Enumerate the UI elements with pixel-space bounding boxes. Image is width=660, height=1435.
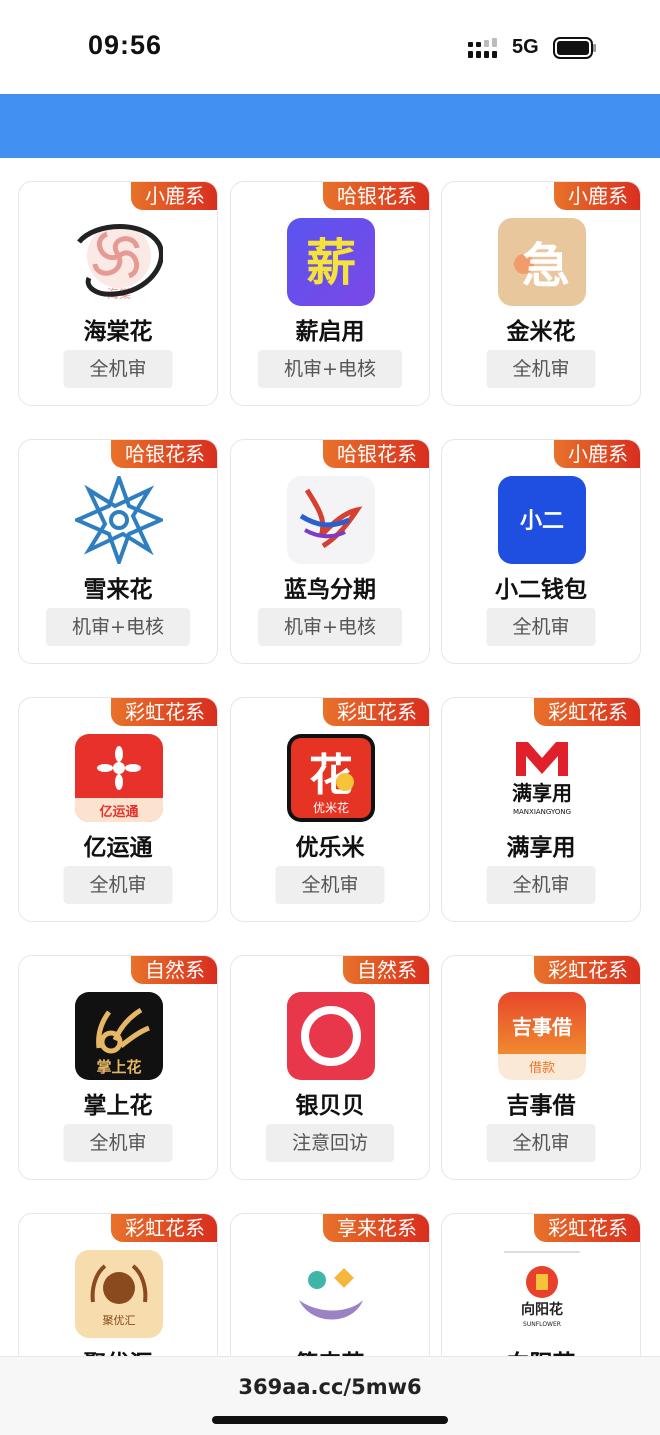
xiaoer-logo-icon: 小二 — [498, 476, 586, 564]
logo-text: 向阳花 — [521, 1301, 563, 1318]
product-card[interactable]: 彩虹花系 聚优汇 聚优汇 — [18, 1213, 218, 1356]
page-header-bar — [0, 94, 660, 158]
jinmihua-logo-icon: 急 — [498, 218, 586, 306]
series-tag: 哈银花系 — [323, 440, 429, 468]
series-tag: 彩虹花系 — [111, 1214, 217, 1242]
logo-text: 小二 — [520, 509, 564, 534]
browser-address-bar[interactable]: 369aa.cc/5mw6 — [0, 1356, 660, 1435]
product-name: 海棠花 — [83, 319, 153, 345]
product-name: 薪启用 — [295, 319, 365, 345]
product-name: 优乐米 — [295, 835, 365, 861]
review-type-badge: 机审+电核 — [258, 608, 402, 646]
review-type-badge: 注意回访 — [265, 1124, 395, 1162]
review-type-badge: 全机审 — [63, 866, 173, 904]
series-tag: 自然系 — [343, 956, 429, 984]
xinqiyong-logo-icon: 薪 — [287, 218, 375, 306]
xiangyanghua-logo-icon: 向阳花 SUNFLOWER — [498, 1250, 586, 1338]
battery-icon — [553, 37, 596, 59]
yiyuntong-logo-icon: 亿运通 — [75, 734, 163, 822]
haitanghua-logo-icon: 海棠 — [75, 218, 163, 306]
product-name: 满享用 — [506, 835, 576, 861]
product-card[interactable]: 享来花系 简来花 — [230, 1213, 430, 1356]
product-name: 金米花 — [506, 319, 576, 345]
logo-text: 掌上花 — [96, 1058, 141, 1076]
yinbeibei-logo-icon — [287, 992, 375, 1080]
product-grid: 小鹿系 海棠 海棠花 全机审 哈银花系 薪 薪启用 机审+电核 小鹿系 急 金米… — [0, 158, 660, 1356]
home-indicator[interactable] — [212, 1416, 448, 1424]
review-type-badge: 全机审 — [486, 608, 596, 646]
product-name: 简来花 — [231, 1344, 429, 1356]
logo-text: 急 — [522, 238, 570, 294]
series-tag: 小鹿系 — [131, 182, 217, 210]
product-name: 蓝鸟分期 — [284, 577, 376, 603]
product-card[interactable]: 小鹿系 急 金米花 全机审 — [441, 181, 641, 406]
series-tag: 享来花系 — [323, 1214, 429, 1242]
youlemi-logo-icon: 花 优米花 — [287, 734, 375, 822]
logo-text: SUNFLOWER — [523, 1321, 561, 1328]
series-tag: 哈银花系 — [323, 182, 429, 210]
logo-text: 吉事借 — [512, 1015, 572, 1039]
status-bar: 09:56 5G — [0, 0, 660, 94]
product-name: 亿运通 — [83, 835, 153, 861]
product-name: 雪来花 — [83, 577, 153, 603]
review-type-badge: 全机审 — [63, 350, 173, 388]
product-card[interactable]: 彩虹花系 亿运通 亿运通 全机审 — [18, 697, 218, 922]
manxiangyong-logo-icon: 满享用 MANXIANGYONG — [498, 734, 586, 822]
series-tag: 彩虹花系 — [534, 1214, 640, 1242]
lanniao-logo-icon — [287, 476, 375, 564]
juyouhui-logo-icon: 聚优汇 — [75, 1250, 163, 1338]
product-name: 聚优汇 — [19, 1344, 217, 1356]
logo-text: MANXIANGYONG — [513, 808, 571, 816]
review-type-badge: 全机审 — [486, 866, 596, 904]
product-card[interactable]: 彩虹花系 向阳花 SUNFLOWER 向阳花 — [441, 1213, 641, 1356]
url-text[interactable]: 369aa.cc/5mw6 — [0, 1375, 660, 1399]
review-type-badge: 全机审 — [486, 350, 596, 388]
logo-text: 借款 — [529, 1061, 555, 1076]
series-tag: 彩虹花系 — [323, 698, 429, 726]
product-card[interactable]: 自然系 掌上花 掌上花 全机审 — [18, 955, 218, 1180]
jishijie-logo-icon: 吉事借 借款 — [498, 992, 586, 1080]
review-type-badge: 全机审 — [63, 1124, 173, 1162]
logo-text: 薪 — [306, 234, 356, 292]
product-card[interactable]: 小鹿系 小二 小二钱包 全机审 — [441, 439, 641, 664]
product-card[interactable]: 哈银花系 雪来花 机审+电核 — [18, 439, 218, 664]
network-type: 5G — [512, 36, 539, 58]
series-tag: 彩虹花系 — [534, 698, 640, 726]
product-card[interactable]: 小鹿系 海棠 海棠花 全机审 — [18, 181, 218, 406]
status-time: 09:56 — [88, 30, 163, 60]
zhangshanghua-logo-icon: 掌上花 — [75, 992, 163, 1080]
product-name: 吉事借 — [506, 1093, 576, 1119]
logo-text: 满享用 — [512, 781, 572, 805]
logo-text: 亿运通 — [99, 804, 138, 820]
product-name: 掌上花 — [83, 1093, 153, 1119]
product-card[interactable]: 哈银花系 蓝鸟分期 机审+电核 — [230, 439, 430, 664]
product-card[interactable]: 彩虹花系 花 优米花 优乐米 全机审 — [230, 697, 430, 922]
logo-text: 优米花 — [313, 800, 349, 815]
series-tag: 哈银花系 — [111, 440, 217, 468]
product-card[interactable]: 自然系 银贝贝 注意回访 — [230, 955, 430, 1180]
review-type-badge: 全机审 — [275, 866, 385, 904]
series-tag: 彩虹花系 — [534, 956, 640, 984]
product-card[interactable]: 彩虹花系 吉事借 借款 吉事借 全机审 — [441, 955, 641, 1180]
product-card[interactable]: 彩虹花系 满享用 MANXIANGYONG 满享用 全机审 — [441, 697, 641, 922]
jianlaihua-logo-icon — [287, 1250, 375, 1338]
logo-text: 聚优汇 — [103, 1314, 136, 1327]
product-name: 向阳花 — [442, 1344, 640, 1356]
review-type-badge: 机审+电核 — [46, 608, 190, 646]
series-tag: 彩虹花系 — [111, 698, 217, 726]
product-name: 银贝贝 — [295, 1093, 365, 1119]
series-tag: 自然系 — [131, 956, 217, 984]
xuelaihua-logo-icon — [75, 476, 163, 564]
series-tag: 小鹿系 — [554, 440, 640, 468]
review-type-badge: 全机审 — [486, 1124, 596, 1162]
product-name: 小二钱包 — [495, 577, 587, 603]
signal-icon — [468, 38, 497, 58]
review-type-badge: 机审+电核 — [258, 350, 402, 388]
series-tag: 小鹿系 — [554, 182, 640, 210]
product-card[interactable]: 哈银花系 薪 薪启用 机审+电核 — [230, 181, 430, 406]
